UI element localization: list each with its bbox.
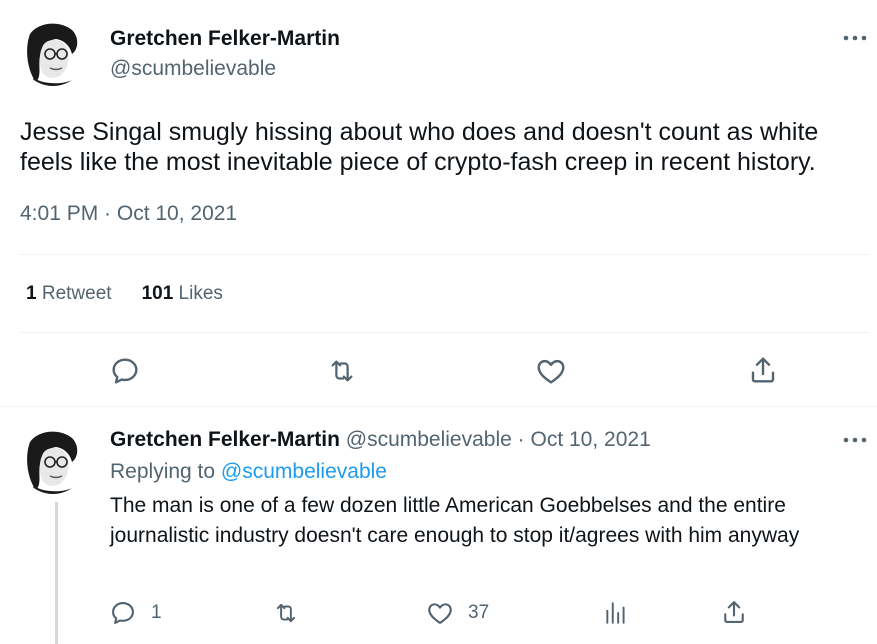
replying-to: Replying to @scumbelievable	[110, 460, 387, 484]
retweets-count: 1	[26, 283, 37, 304]
share-button[interactable]	[747, 354, 779, 386]
reply-retweet-button[interactable]	[272, 600, 300, 626]
analytics-button[interactable]	[603, 600, 629, 626]
reply-like-button[interactable]: 37	[426, 599, 489, 627]
reply-share-button[interactable]	[720, 598, 748, 626]
likes-label: Likes	[178, 283, 223, 304]
avatar-portrait-icon	[20, 20, 86, 86]
replying-mention-link[interactable]: @scumbelievable	[221, 460, 387, 483]
reply-author-avatar[interactable]	[20, 428, 86, 494]
tweet-stats: 1 Retweet 101 Likes	[26, 283, 223, 305]
likes-stat[interactable]: 101 Likes	[142, 283, 223, 305]
reply-reply-button[interactable]: 1	[109, 599, 162, 627]
thread-line	[55, 502, 58, 644]
share-icon	[724, 601, 744, 623]
reply-icon	[112, 358, 138, 384]
analytics-icon	[606, 602, 625, 624]
likes-count: 101	[141, 283, 174, 304]
author-avatar[interactable]	[20, 20, 86, 86]
reply-header: Gretchen Felker-Martin @scumbelievable ·…	[110, 428, 651, 452]
retweet-icon	[276, 603, 296, 623]
reply-date[interactable]: Oct 10, 2021	[531, 428, 651, 451]
reply-author-handle[interactable]: @scumbelievable	[346, 428, 512, 451]
tweet-text: Jesse Singal smugly hissing about who do…	[20, 118, 819, 176]
share-icon	[751, 357, 775, 383]
divider	[0, 406, 877, 407]
reply-count: 1	[151, 602, 162, 623]
more-dots-icon	[843, 437, 867, 443]
divider	[20, 332, 870, 333]
reply-icon	[112, 602, 134, 624]
more-dots-icon	[843, 35, 867, 41]
like-button[interactable]	[535, 355, 567, 387]
divider	[20, 254, 870, 255]
retweets-stat[interactable]: 1 Retweet	[26, 283, 112, 305]
author-handle[interactable]: @scumbelievable	[110, 57, 276, 81]
replying-prefix: Replying to	[110, 460, 216, 483]
tweet-timestamp[interactable]: 4:01 PM · Oct 10, 2021	[20, 202, 237, 226]
heart-icon	[428, 603, 452, 624]
heart-icon	[537, 359, 565, 384]
reply-button[interactable]	[109, 355, 141, 387]
retweet-button[interactable]	[326, 356, 358, 386]
separator-dot: ·	[517, 428, 525, 451]
author-name[interactable]: Gretchen Felker-Martin	[110, 27, 340, 51]
reply-text: The man is one of a few dozen little Ame…	[110, 494, 800, 547]
reply-author-name[interactable]: Gretchen Felker-Martin	[110, 428, 340, 451]
more-options-button[interactable]	[840, 26, 870, 50]
like-count: 37	[468, 602, 490, 623]
tweet-thread: Gretchen Felker-Martin @scumbelievable J…	[0, 0, 877, 644]
retweet-icon	[331, 360, 353, 382]
avatar-portrait-icon	[20, 428, 86, 494]
retweets-label: Retweet	[41, 283, 112, 304]
reply-more-options-button[interactable]	[840, 428, 870, 452]
